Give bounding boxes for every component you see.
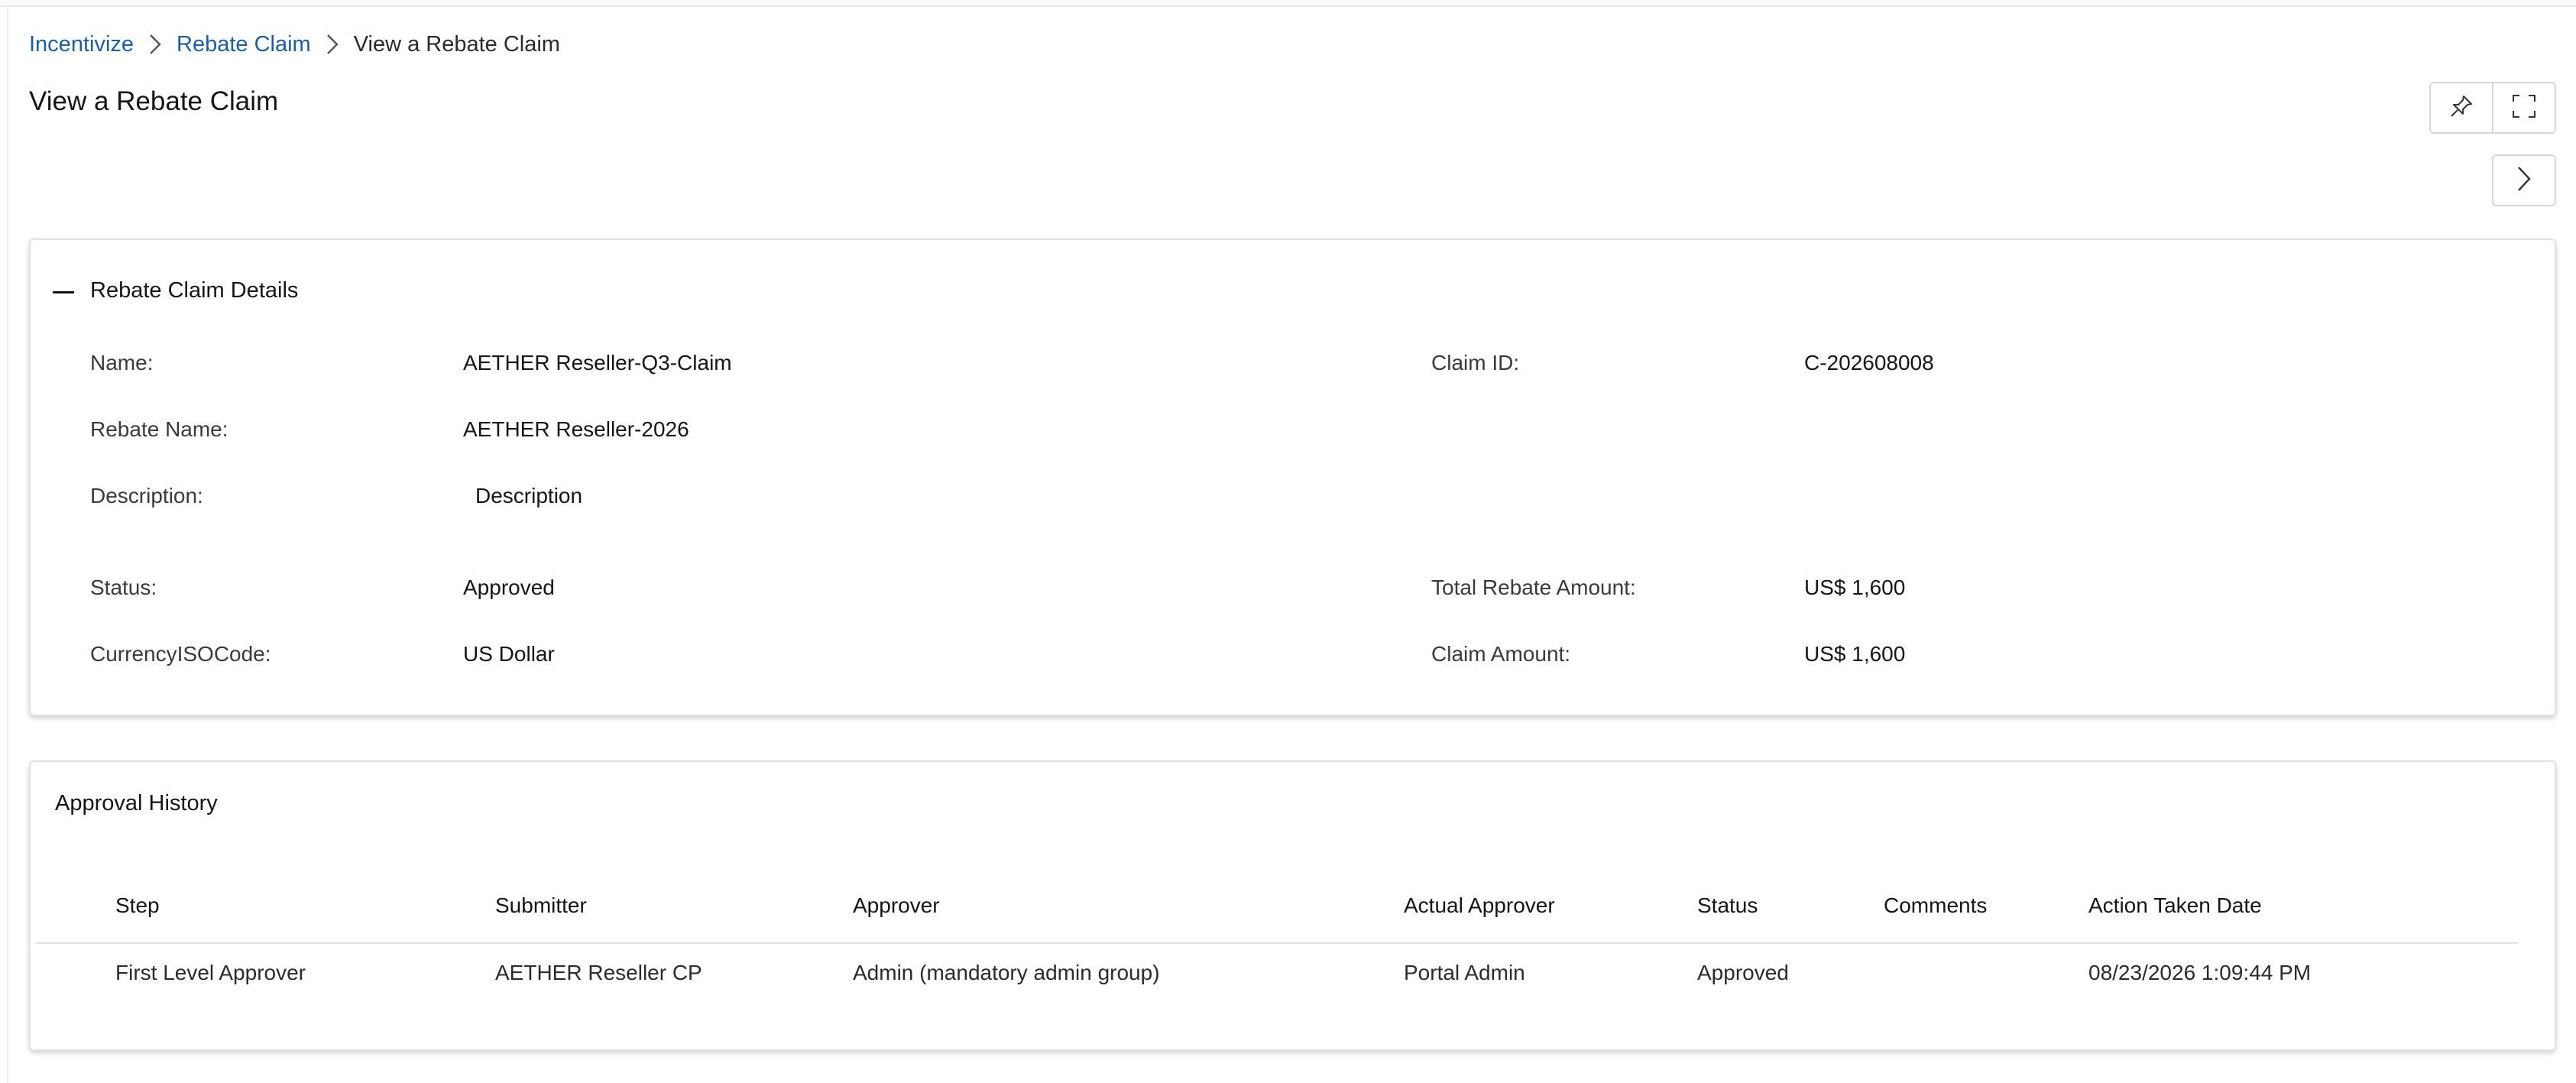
table-header-divider [35, 942, 2519, 944]
claim-amount-value: US$ 1,600 [1804, 642, 1906, 666]
breadcrumb-rebate-claim[interactable]: Rebate Claim [177, 32, 311, 57]
breadcrumb-incentivize[interactable]: Incentivize [29, 32, 134, 57]
rebate-name-value: AETHER Reseller-2026 [463, 417, 689, 441]
pin-button[interactable] [2429, 82, 2493, 134]
left-border [7, 7, 8, 1083]
description-value: Description [475, 484, 583, 507]
description-label: Description: [90, 484, 203, 507]
column-header-approver: Approver [853, 893, 940, 917]
column-header-comments: Comments [1884, 893, 1988, 917]
fullscreen-icon [2511, 93, 2537, 123]
claim-id-label: Claim ID: [1431, 351, 1520, 375]
chevron-right-icon [2516, 165, 2532, 196]
column-header-step: Step [115, 893, 160, 917]
section-title: Rebate Claim Details [90, 278, 299, 303]
column-header-submitter: Submitter [495, 893, 587, 917]
cell-action-taken-date: 08/23/2026 1:09:44 PM [2088, 961, 2312, 984]
column-header-action-taken-date: Action Taken Date [2088, 893, 2262, 917]
breadcrumb: Incentivize Rebate Claim View a Rebate C… [29, 29, 560, 60]
page-title: View a Rebate Claim [29, 86, 279, 116]
claim-id-value: C-202608008 [1804, 351, 1934, 375]
breadcrumb-current: View a Rebate Claim [353, 31, 560, 57]
total-rebate-amount-value: US$ 1,600 [1804, 576, 1906, 599]
next-button[interactable] [2492, 154, 2556, 206]
cell-step: First Level Approver [115, 961, 306, 984]
name-label: Name: [90, 351, 154, 375]
total-rebate-amount-label: Total Rebate Amount: [1431, 576, 1636, 599]
chevron-right-icon [134, 29, 177, 60]
cell-submitter: AETHER Reseller CP [495, 961, 702, 984]
claim-amount-label: Claim Amount: [1431, 642, 1571, 666]
top-border [0, 0, 2576, 7]
currency-label: CurrencyISOCode: [90, 642, 271, 666]
column-header-actual-approver: Actual Approver [1404, 893, 1555, 917]
rebate-claim-details-panel: Rebate Claim Details Name: AETHER Resell… [29, 238, 2556, 716]
status-label: Status: [90, 576, 157, 599]
status-value: Approved [463, 576, 555, 599]
section-title: Approval History [55, 791, 218, 815]
cell-actual-approver: Portal Admin [1404, 961, 1525, 984]
minus-icon [53, 284, 74, 298]
collapse-toggle[interactable] [52, 280, 75, 303]
cell-status: Approved [1697, 961, 1789, 984]
currency-value: US Dollar [463, 642, 555, 666]
chevron-right-icon [311, 29, 354, 60]
pin-icon [2448, 93, 2474, 123]
column-header-status: Status [1697, 893, 1758, 917]
name-value: AETHER Reseller-Q3-Claim [463, 351, 732, 375]
fullscreen-button[interactable] [2492, 82, 2556, 134]
rebate-name-label: Rebate Name: [90, 417, 228, 441]
cell-approver: Admin (mandatory admin group) [853, 961, 1160, 984]
